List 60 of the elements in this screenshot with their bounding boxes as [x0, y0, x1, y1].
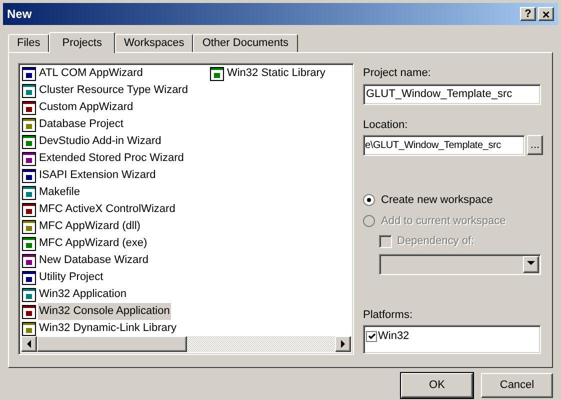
- platforms-label: Platforms:: [363, 308, 414, 322]
- project-type-item[interactable]: MFC AppWizard (exe): [21, 235, 189, 252]
- project-icon: [21, 270, 37, 286]
- browse-button[interactable]: ...: [527, 135, 543, 155]
- tab[interactable]: Workspaces: [114, 34, 194, 52]
- right-arrow-icon: [339, 338, 347, 350]
- project-icon: [208, 66, 225, 82]
- ok-button[interactable]: OK: [401, 373, 473, 398]
- location-label: Location:: [363, 118, 409, 132]
- project-icon: [21, 184, 37, 200]
- project-type-item[interactable]: Win32 Static Library: [208, 65, 326, 82]
- radio-label: Create new workspace: [381, 193, 493, 208]
- project-type-item[interactable]: MFC AppWizard (dll): [21, 218, 189, 235]
- project-icon: [21, 100, 37, 116]
- project-icon: [21, 286, 37, 302]
- close-button[interactable]: ×: [538, 7, 554, 21]
- location-field[interactable]: e\GLUT_Window_Template_src: [363, 135, 525, 156]
- project-type-item[interactable]: ISAPI Extension Wizard: [21, 167, 189, 184]
- project-icon: [21, 236, 37, 252]
- scroll-left-button[interactable]: [21, 336, 37, 352]
- project-type-item[interactable]: Makefile: [21, 184, 189, 201]
- project-type-item[interactable]: MFC ActiveX ControlWizard: [21, 201, 189, 218]
- left-arrow-icon: [25, 338, 33, 350]
- project-icon: [21, 202, 37, 218]
- horizontal-scrollbar[interactable]: [21, 336, 351, 352]
- project-type-item[interactable]: Cluster Resource Type Wizard: [21, 82, 189, 99]
- project-name-label: Project name:: [363, 66, 432, 81]
- project-type-item[interactable]: Win32 Dynamic-Link Library: [21, 320, 189, 336]
- tab[interactable]: Projects: [49, 32, 115, 53]
- project-icon: [21, 66, 37, 82]
- help-button[interactable]: ?: [520, 7, 536, 21]
- scroll-thumb[interactable]: [37, 336, 187, 352]
- radio-button[interactable]: [363, 194, 375, 206]
- project-type-item[interactable]: Custom AppWizard: [21, 99, 189, 116]
- platform-checkbox[interactable]: [366, 330, 377, 342]
- project-type-item[interactable]: Database Project: [21, 116, 189, 133]
- project-type-item[interactable]: ATL COM AppWizard: [21, 65, 189, 82]
- project-icon: [21, 252, 37, 268]
- project-type-item[interactable]: New Database Wizard: [21, 252, 189, 269]
- dependency-label: Dependency of:: [397, 234, 474, 249]
- project-type-item[interactable]: Win32 Application: [21, 286, 189, 303]
- tab[interactable]: Files: [8, 34, 50, 52]
- project-icon: [21, 82, 37, 98]
- project-icon: [21, 116, 37, 132]
- project-icon: [21, 150, 37, 166]
- project-icon: [21, 320, 37, 336]
- project-type-item[interactable]: Utility Project: [21, 269, 189, 286]
- project-icon: [21, 218, 37, 234]
- project-icon: [21, 304, 37, 320]
- tab[interactable]: Other Documents: [193, 34, 298, 52]
- project-icon: [21, 168, 37, 184]
- window-title: New: [7, 6, 33, 23]
- project-type-item[interactable]: DevStudio Add-in Wizard: [21, 133, 189, 150]
- project-type-item[interactable]: Extended Stored Proc Wizard: [21, 150, 189, 167]
- scroll-right-button[interactable]: [335, 336, 351, 352]
- project-name-field[interactable]: GLUT_Window_Template_src: [363, 84, 541, 104]
- project-icon: [21, 134, 37, 150]
- cancel-button[interactable]: Cancel: [481, 373, 553, 398]
- radio-label: Add to current workspace: [381, 214, 506, 228]
- platform-label[interactable]: Win32: [378, 328, 410, 344]
